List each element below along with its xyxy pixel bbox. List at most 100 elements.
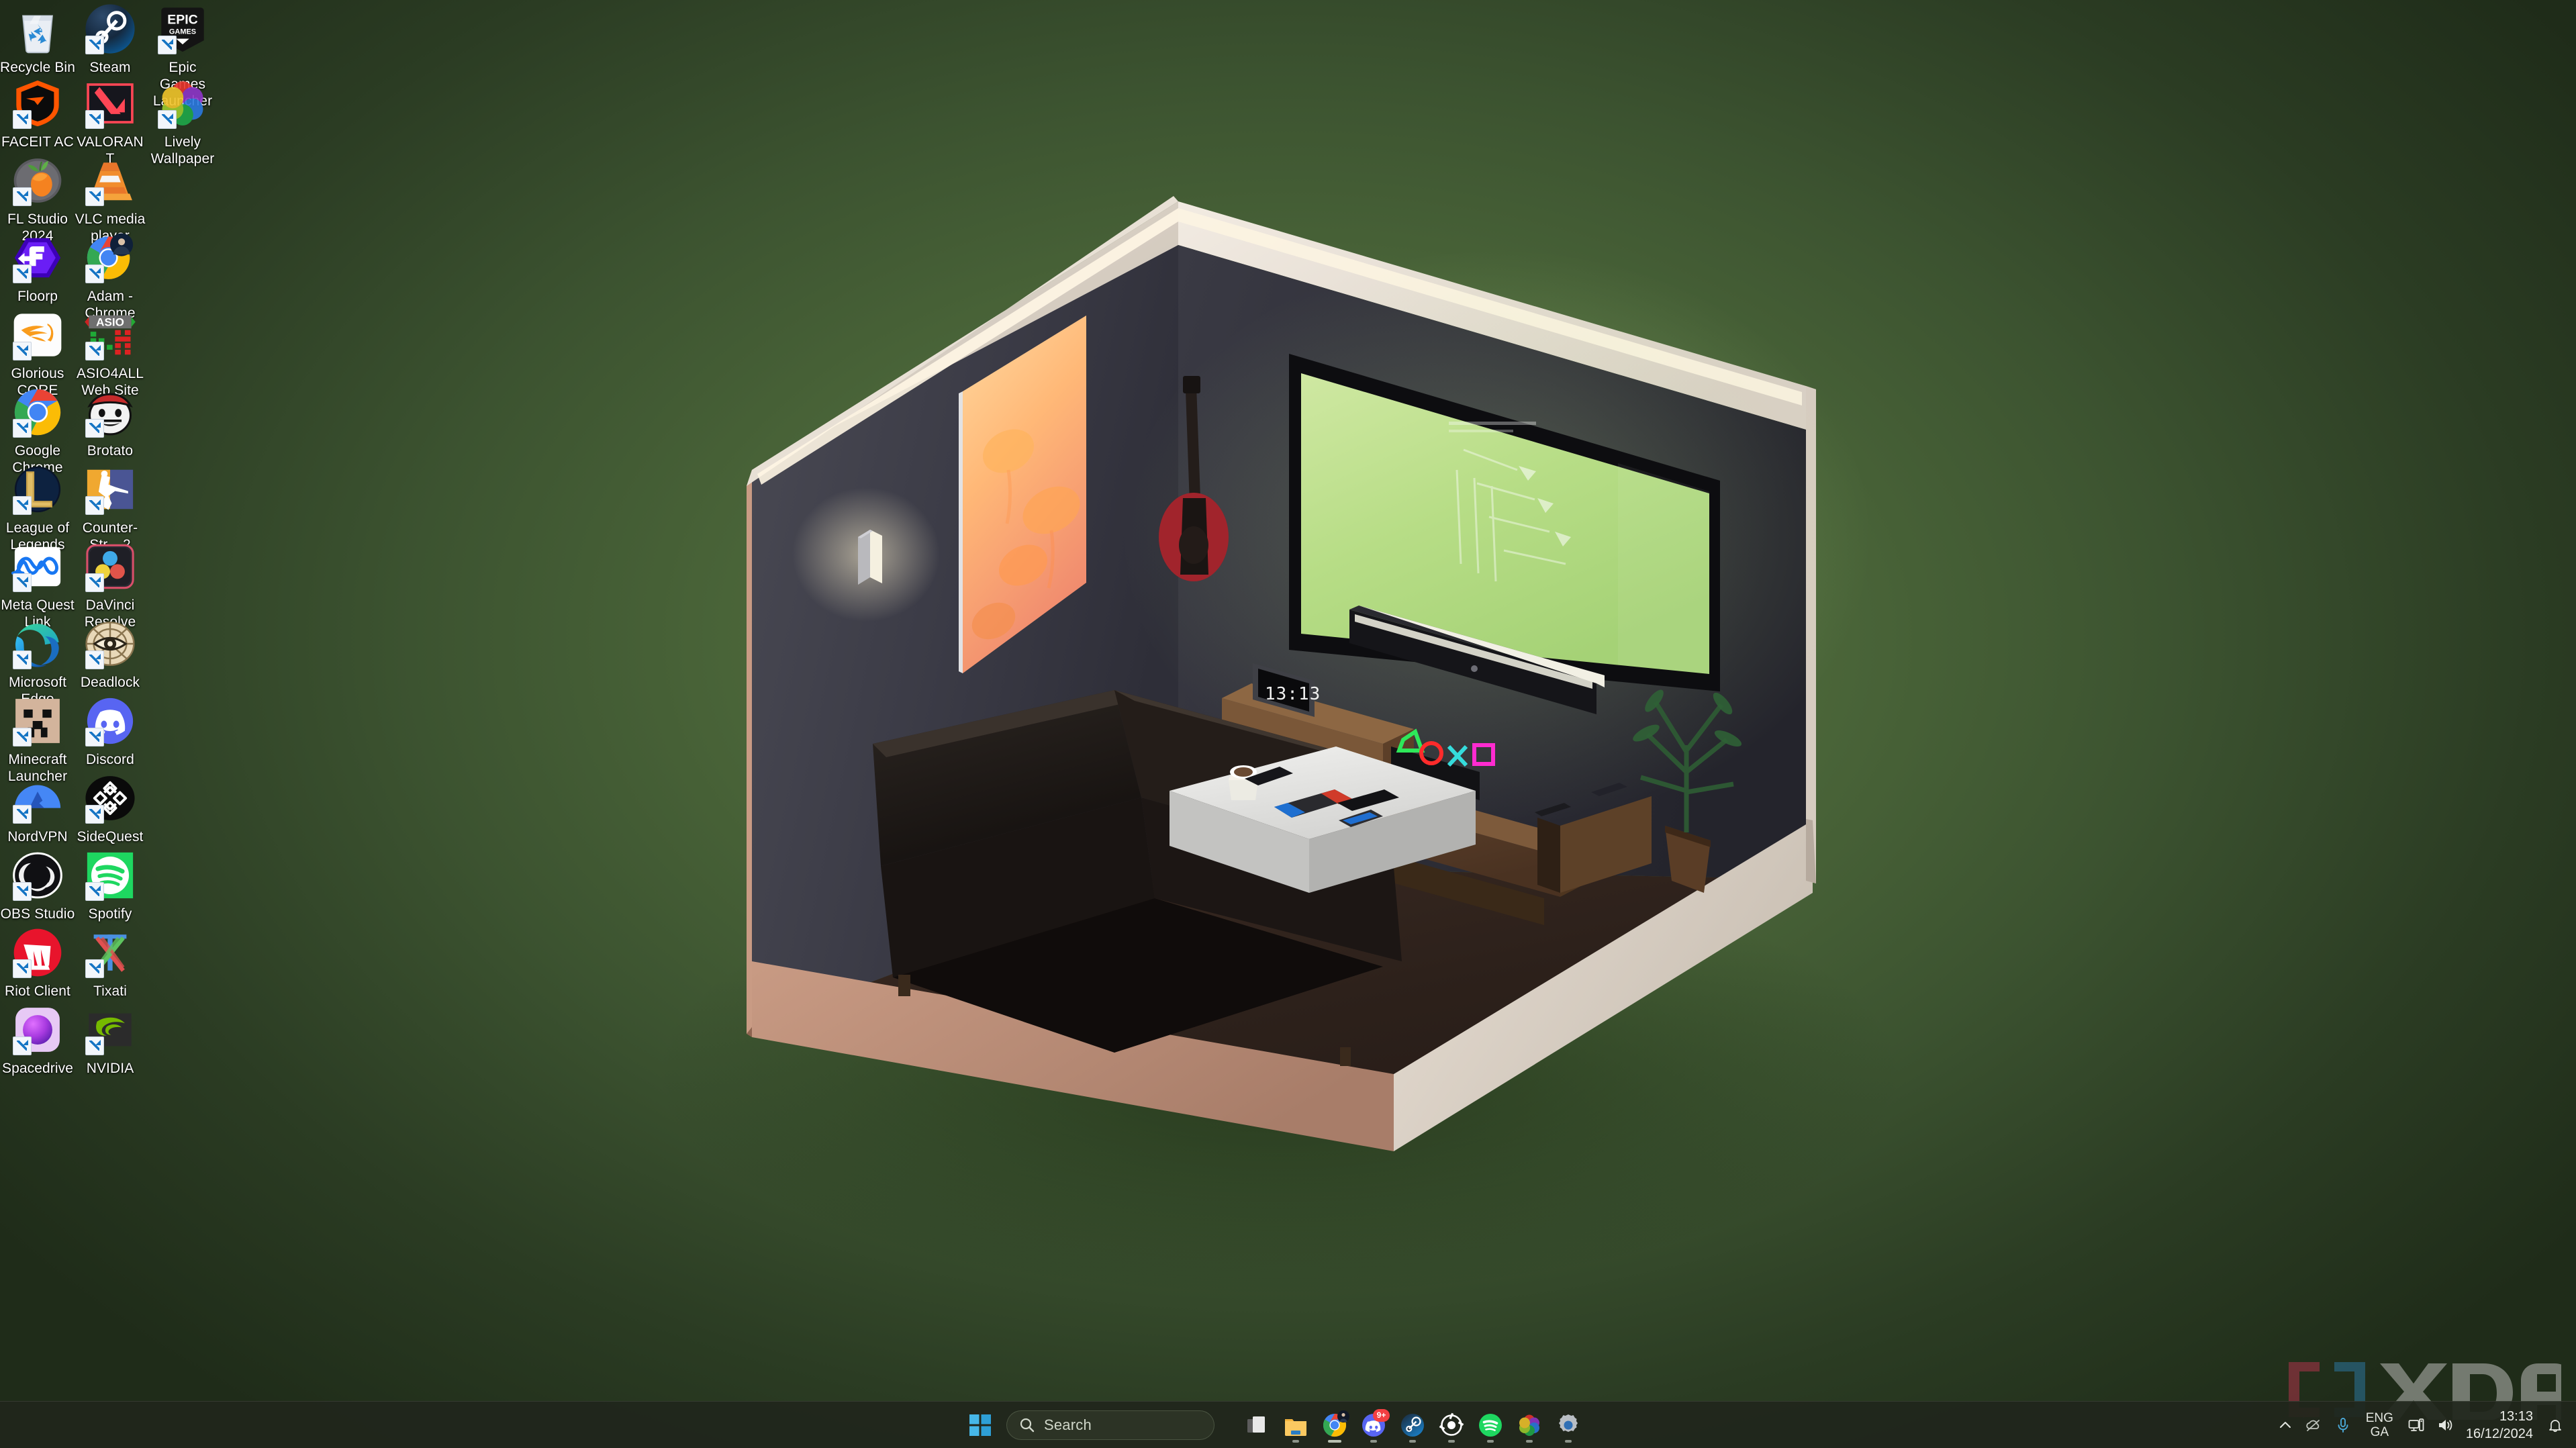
- desktop-icon-spotify[interactable]: Spotify: [73, 849, 148, 922]
- desktop-icon-label: Tixati: [93, 983, 127, 999]
- shortcut-overlay-icon: [13, 187, 32, 206]
- desktop-icon-label: NordVPN: [7, 829, 68, 844]
- desktop-icon-brotato[interactable]: Brotato: [73, 386, 148, 459]
- glorious-core-icon: [11, 309, 64, 361]
- taskbar[interactable]: Search 9+ ENG GA 13:13 16/12/2024: [0, 1401, 2576, 1448]
- shortcut-overlay-icon: [158, 110, 177, 129]
- running-indicator: [1526, 1440, 1533, 1443]
- shortcut-overlay-icon: [85, 110, 104, 129]
- shortcut-overlay-icon: [13, 650, 32, 669]
- desktop-icon-tixati[interactable]: Tixati: [73, 926, 148, 1000]
- tray-date: 16/12/2024: [2465, 1426, 2533, 1441]
- desktop-icon-valorant[interactable]: VALORANT: [73, 77, 148, 167]
- svg-text:13:13: 13:13: [1265, 684, 1321, 704]
- desktop-icon-label: Spacedrive: [1, 1061, 74, 1076]
- steam-icon: [84, 3, 136, 55]
- desktop-icon-meta-quest-link[interactable]: Meta Quest Link: [0, 540, 75, 630]
- shortcut-overlay-icon: [158, 36, 177, 54]
- tray-microphone-button[interactable]: [2328, 1406, 2358, 1444]
- taskbar-center-group[interactable]: Search 9+: [963, 1402, 1588, 1448]
- meta-quest-icon: [11, 540, 64, 593]
- search-placeholder: Search: [1044, 1416, 1092, 1433]
- taskbar-app-settings[interactable]: [1549, 1406, 1588, 1444]
- desktop-icon-grid[interactable]: Recycle BinSteamEPICGAMESEpic Games Laun…: [0, 0, 214, 1403]
- desktop-icon-recycle-bin[interactable]: Recycle Bin: [0, 3, 75, 76]
- desktop-icon-davinci-resolve[interactable]: DaVinci Resolve: [73, 540, 148, 630]
- taskbar-app-steam[interactable]: [1393, 1406, 1432, 1444]
- desktop-icon-floorp[interactable]: Floorp: [0, 232, 75, 305]
- tray-clock[interactable]: 13:13 16/12/2024: [2461, 1406, 2541, 1444]
- desktop-icon-adam-chrome[interactable]: Adam - Chrome: [73, 232, 148, 322]
- recycle-bin-icon: [11, 3, 64, 55]
- tray-language-indicator[interactable]: ENG GA: [2358, 1406, 2401, 1444]
- desktop-icon-sidequest[interactable]: SideQuest: [73, 772, 148, 845]
- folder-icon: [1282, 1412, 1309, 1439]
- desktop-icon-league-of-legends[interactable]: League of Legends: [0, 463, 75, 553]
- shortcut-overlay-icon: [13, 805, 32, 824]
- riot-client-icon: [11, 926, 64, 979]
- league-of-legends-icon: [11, 463, 64, 516]
- shortcut-overlay-icon: [85, 496, 104, 515]
- desktop-icon-minecraft-launcher[interactable]: Minecraft Launcher: [0, 695, 75, 785]
- shortcut-overlay-icon: [85, 805, 104, 824]
- desktop-icon-lively-wallpaper[interactable]: Lively Wallpaper: [145, 77, 220, 167]
- desktop-icon-glorious-core[interactable]: Glorious CORE: [0, 309, 75, 399]
- running-indicator: [1370, 1440, 1377, 1443]
- taskbar-app-file-explorer[interactable]: [1276, 1406, 1315, 1444]
- desktop-icon-google-chrome[interactable]: Google Chrome: [0, 386, 75, 476]
- taskbar-app-spotify[interactable]: [1471, 1406, 1510, 1444]
- shortcut-overlay-icon: [85, 573, 104, 592]
- desktop-icon-label: Deadlock: [80, 675, 140, 690]
- lively-wallpaper-icon: [156, 77, 209, 130]
- desktop-icon-fl-studio-2024[interactable]: FL Studio 2024: [0, 154, 75, 244]
- tray-time: 13:13: [2499, 1408, 2533, 1424]
- desktop-icon-spacedrive[interactable]: Spacedrive: [0, 1004, 75, 1077]
- taskbar-app-task-view[interactable]: [1237, 1406, 1276, 1444]
- start-button[interactable]: [963, 1406, 997, 1444]
- desktop-icon-label: Recycle Bin: [0, 60, 75, 75]
- discord-icon: 9+: [1360, 1408, 1390, 1439]
- windows-logo-icon: [969, 1414, 991, 1436]
- desktop-icon-counter-strike-2[interactable]: Counter-Str... 2: [73, 463, 148, 553]
- desktop-icon-riot-client[interactable]: Riot Client: [0, 926, 75, 1000]
- asio4all-icon: ASIO: [84, 309, 136, 361]
- system-tray[interactable]: ENG GA 13:13 16/12/2024: [2272, 1402, 2576, 1448]
- tray-overflow-button[interactable]: [2272, 1406, 2299, 1444]
- desktop-icon-faceit-ac[interactable]: FACEIT AC: [0, 77, 75, 150]
- desktop-icon-nvidia[interactable]: NVIDIA: [73, 1004, 148, 1077]
- desktop-icon-discord[interactable]: Discord: [73, 695, 148, 768]
- taskbar-app-google-chrome[interactable]: [1315, 1406, 1354, 1444]
- taskbar-app-lively-wallpaper[interactable]: [1510, 1406, 1549, 1444]
- desktop-icon-asio4all-web-site[interactable]: ASIO ASIO4ALL Web Site: [73, 309, 148, 399]
- language-primary: ENG: [2365, 1410, 2393, 1425]
- desktop-icon-label: Spotify: [88, 906, 132, 922]
- chrome-icon: [11, 386, 64, 438]
- tray-onedrive-button[interactable]: [2299, 1406, 2328, 1444]
- taskbar-app-steelseries-gg[interactable]: [1432, 1406, 1471, 1444]
- desktop-icon-label: Floorp: [17, 289, 58, 304]
- chrome-profile-avatar-icon: [1337, 1410, 1349, 1422]
- desktop-icon-obs-studio[interactable]: OBS Studio: [0, 849, 75, 922]
- desktop-icon-nordvpn[interactable]: NordVPN: [0, 772, 75, 845]
- davinci-resolve-icon: [84, 540, 136, 593]
- minecraft-icon: [11, 695, 64, 747]
- discord-badge: 9+: [1373, 1408, 1390, 1422]
- taskbar-app-discord[interactable]: 9+: [1354, 1406, 1393, 1444]
- tray-network-button[interactable]: [2401, 1406, 2431, 1444]
- desktop[interactable]: 13:13 Recycle Bin Steam EPIC GAMES Epic …: [0, 0, 2576, 1448]
- shortcut-overlay-icon: [85, 342, 104, 360]
- task-view-icon: [1243, 1412, 1270, 1439]
- desktop-icon-label: Lively Wallpaper: [150, 134, 215, 166]
- tray-notifications-button[interactable]: [2541, 1406, 2569, 1444]
- desktop-icon-steam[interactable]: Steam: [73, 3, 148, 76]
- tray-volume-button[interactable]: [2431, 1406, 2461, 1444]
- spacedrive-icon: [11, 1004, 64, 1056]
- search-input[interactable]: Search: [1006, 1410, 1214, 1440]
- shortcut-overlay-icon: [13, 419, 32, 438]
- floorp-icon: [11, 232, 64, 284]
- chrome-icon: [1321, 1410, 1349, 1439]
- desktop-icon-deadlock[interactable]: Deadlock: [73, 618, 148, 691]
- desktop-icon-microsoft-edge[interactable]: Microsoft Edge: [0, 618, 75, 708]
- running-indicator: [1292, 1440, 1299, 1443]
- desktop-icon-vlc-media-player[interactable]: VLC media player: [73, 154, 148, 244]
